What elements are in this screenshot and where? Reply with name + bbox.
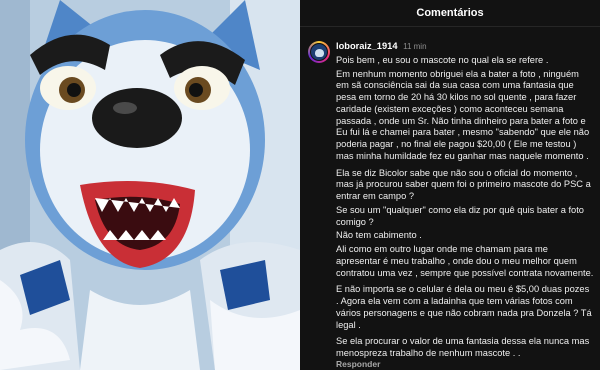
comment-time: 11 min xyxy=(403,42,427,51)
comment-paragraph: Em nenhum momento obriguei ela a bater a… xyxy=(336,68,590,161)
comments-panel: Comentários loboraiz_1914 11 min Pois be… xyxy=(300,0,600,370)
comment-paragraph: Não tem cabimento . xyxy=(336,230,422,241)
comment-paragraph: Se sou um "qualquer" como ela diz por qu… xyxy=(336,204,584,227)
comments-title: Comentários xyxy=(300,0,600,27)
mascot-photo xyxy=(0,0,300,370)
comment-paragraph: Pois bem , eu sou o mascote no qual ela … xyxy=(336,54,549,65)
wolf-mascot-illustration xyxy=(0,0,300,370)
comment-text: loboraiz_1914 11 min Pois bem , eu sou o… xyxy=(336,41,594,365)
comment-paragraph: E não importa se o celular é dela ou meu… xyxy=(336,284,592,330)
comment-paragraph: Ali como em outro lugar onde me chamam p… xyxy=(336,244,594,278)
comment-paragraph: Ela se diz Bicolor sabe que não sou o of… xyxy=(336,167,591,202)
comment-username[interactable]: loboraiz_1914 xyxy=(336,41,398,51)
comment-paragraph: Se ela procurar o valor de uma fantasia … xyxy=(336,336,590,358)
reply-button[interactable]: Responder xyxy=(336,359,380,369)
wolf-avatar-icon[interactable] xyxy=(308,41,330,63)
